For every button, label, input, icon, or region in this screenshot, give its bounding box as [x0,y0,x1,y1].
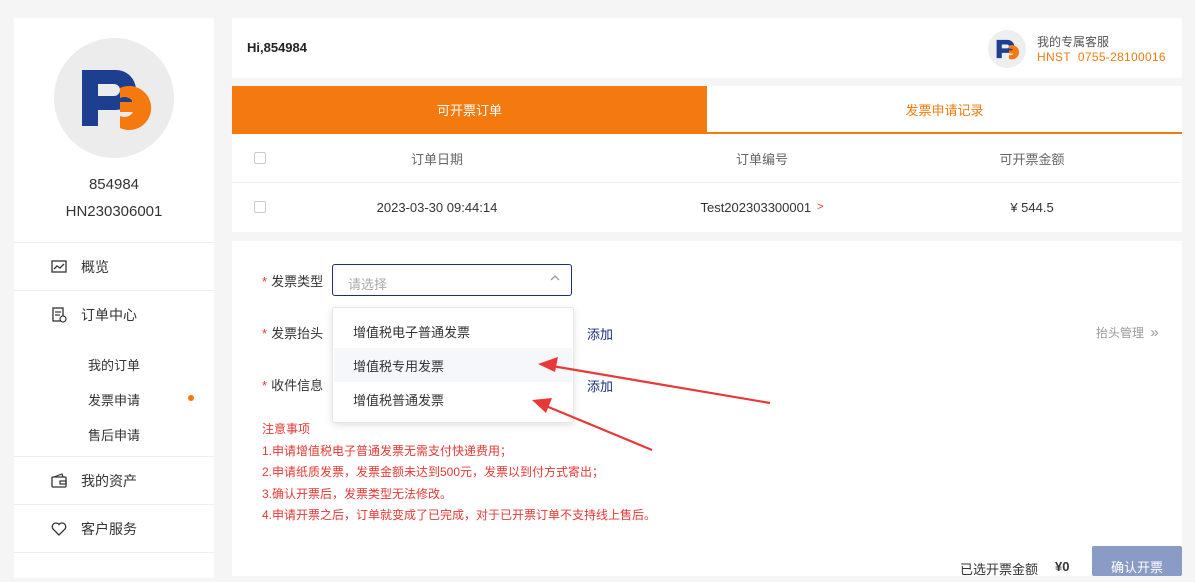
sidebar-divider [14,552,214,582]
order-date: 2023-03-30 09:44:14 [376,199,498,215]
sub-item-after-sales[interactable]: 售后申请 [88,425,140,444]
nav-item-order-center[interactable]: 订单中心 [14,290,214,338]
add-header-link[interactable]: 添加 [587,324,613,343]
service-phone: HNST 0755-28100016 [1037,50,1166,64]
add-recipient-link[interactable]: 添加 [587,376,613,395]
table-header-row: 订单日期 订单编号 可开票金额 [232,134,1182,183]
recipient-info-label: * 收件信息 [262,378,324,393]
double-chevron-right-icon: » [1150,324,1159,341]
chart-icon [50,258,68,276]
header-management-link[interactable]: 抬头管理 » [1096,324,1159,341]
tab-invoice-records[interactable]: 发票申请记录 [707,86,1182,132]
username: 854984 [88,176,140,193]
heart-icon [50,520,68,538]
nav-item-overview[interactable]: 概览 [14,242,214,290]
chevron-up-icon [549,272,561,287]
select-all-checkbox[interactable] [254,152,266,164]
tab-bar: 可开票订单 发票申请记录 [232,86,1182,134]
service-avatar [988,30,1026,68]
sub-item-invoice-apply[interactable]: 发票申请 [88,390,140,409]
sidebar: 854984 HN230306001 概览 订单中心 我的订单 发票申请 售后申… [14,18,214,578]
confirm-invoice-button[interactable]: 确认开票 [1092,546,1182,576]
column-header: 订单编号 [735,151,788,167]
order-number: Test202303300001 [700,199,812,215]
invoice-type-dropdown: 增值税电子普通发票 增值税专用发票 增值税普通发票 [332,307,574,423]
brand-logo-icon [82,70,152,130]
footer-bar: 已选开票金额 ¥0 确认开票 [232,546,1182,577]
column-header: 订单日期 [410,151,463,167]
column-header: 可开票金额 [999,151,1065,167]
note-line: 2.申请纸质发票，发票金额未达到500元，发票以到付方式寄出； [262,465,605,479]
greeting-text: Hi,854984 [247,40,307,55]
invoice-type-label: * 发票类型 [262,274,324,289]
note-line: 1.申请增值税电子普通发票无需支付快递费用； [262,443,513,458]
nav-item-my-assets[interactable]: 我的资产 [14,456,214,504]
dropdown-option[interactable]: 增值税专用发票 [334,348,572,382]
selected-amount-value: ¥0 [1055,559,1070,574]
document-icon [50,306,68,324]
brand-logo-icon [996,39,1020,60]
nav-item-label: 客户服务 [81,520,137,537]
row-checkbox[interactable] [254,201,266,213]
table-row: 2023-03-30 09:44:14 Test202303300001 > ¥… [232,183,1182,231]
nav-item-customer-service[interactable]: 客户服务 [14,504,214,552]
wallet-icon [50,472,68,490]
header-bar: Hi,854984 我的专属客服 HNST 0755-28100016 [232,18,1182,78]
active-indicator-dot [188,395,194,401]
nav-item-label: 概览 [81,258,109,275]
notes-section: 注意事项 1.申请增值税电子普通发票无需支付快递费用； 2.申请纸质发票，发票金… [262,419,656,527]
service-title: 我的专属客服 [1037,35,1110,49]
select-placeholder: 请选择 [348,277,388,292]
tab-invoiceable-orders[interactable]: 可开票订单 [232,86,707,132]
dropdown-option[interactable]: 增值税普通发票 [334,382,572,416]
sub-item-my-orders[interactable]: 我的订单 [88,355,140,374]
user-id: HN230306001 [65,203,163,220]
nav-item-label: 我的资产 [81,472,137,489]
note-line: 3.确认开票后，发票类型无法修改。 [262,486,453,501]
nav-item-label: 订单中心 [81,306,137,323]
order-amount: ¥ 544.5 [1010,199,1054,215]
chevron-right-icon: > [817,201,824,213]
invoice-header-label: * 发票抬头 [262,326,324,341]
order-number-link[interactable]: Test202303300001 > [612,183,912,231]
orders-table: 订单日期 订单编号 可开票金额 2023-03-30 09:44:14 Test… [232,134,1182,232]
avatar[interactable] [54,38,174,158]
selected-amount-label: 已选开票金额 [960,562,1039,577]
dropdown-option[interactable]: 增值税电子普通发票 [334,314,572,348]
invoice-type-select[interactable]: 请选择 [332,264,572,296]
note-line: 4.申请开票之后，订单就变成了已完成，对于已开票订单不支持线上售后。 [262,508,657,522]
